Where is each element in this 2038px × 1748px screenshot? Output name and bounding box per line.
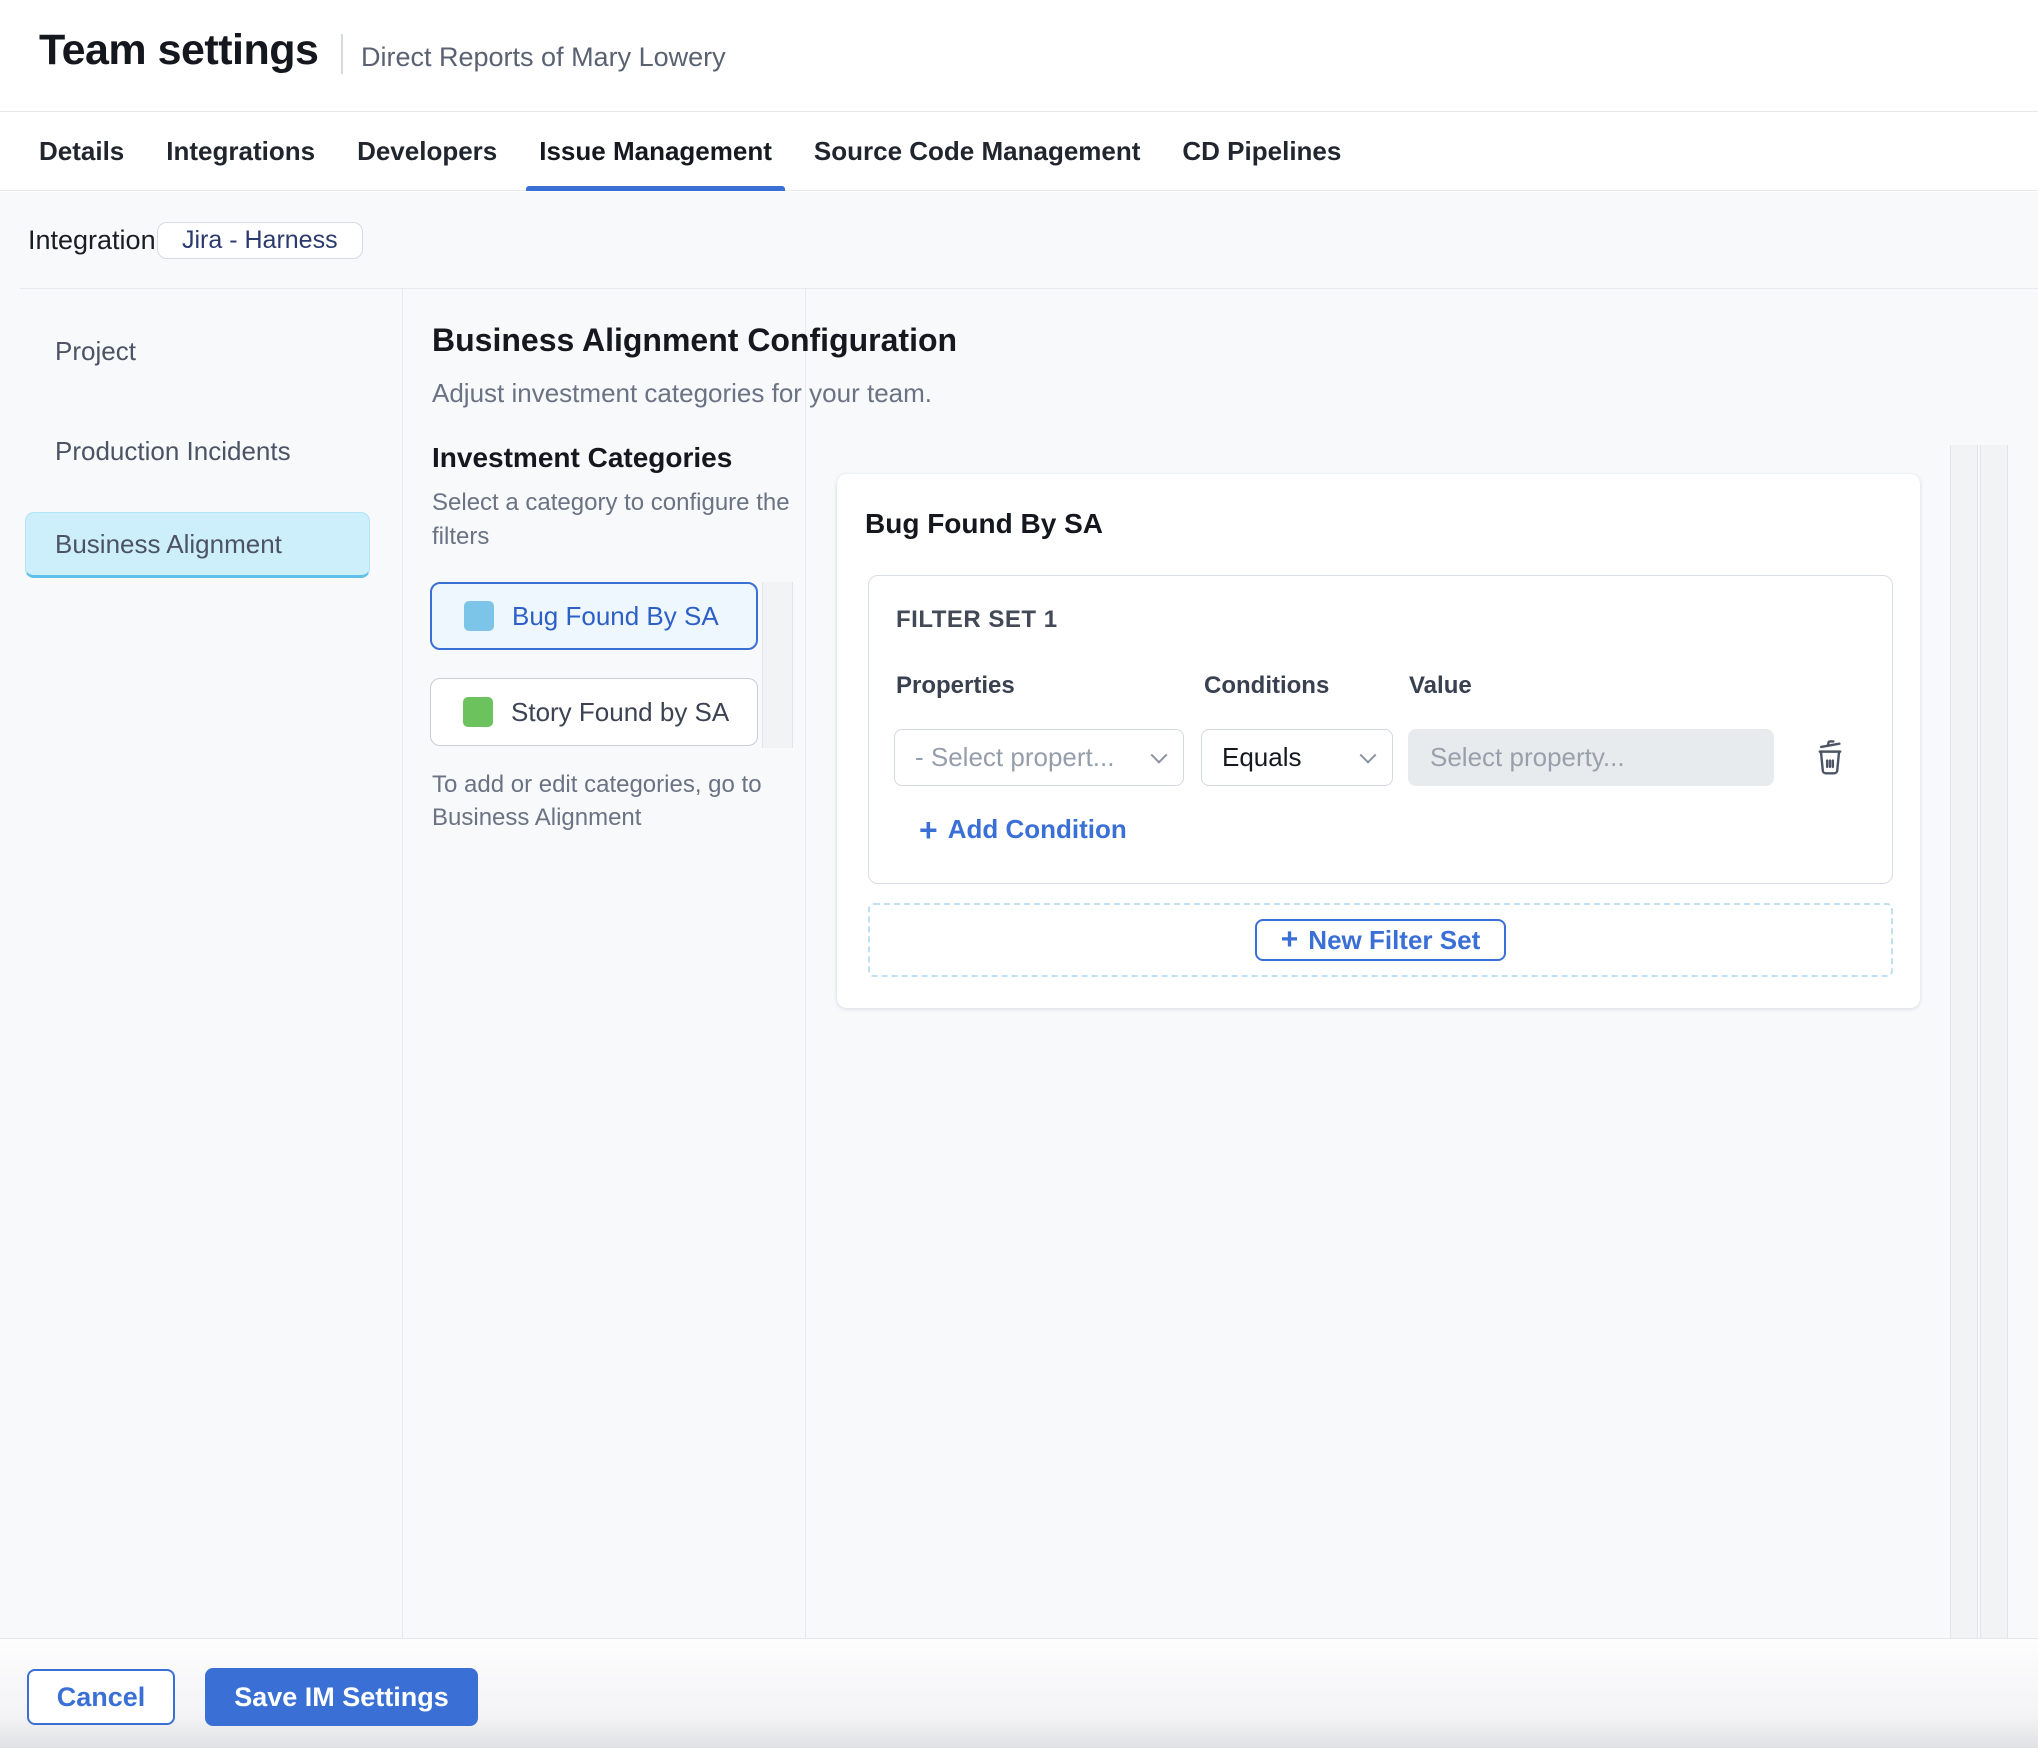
properties-select-placeholder: - Select propert... <box>915 742 1115 772</box>
delete-condition-button[interactable] <box>1807 734 1853 780</box>
tab-issue-management[interactable]: Issue Management <box>526 113 785 191</box>
category-label: Story Found by SA <box>511 696 730 727</box>
tab-developers[interactable]: Developers <box>357 113 497 191</box>
content-top-divider <box>20 288 2038 289</box>
section-title: Business Alignment Configuration <box>432 322 958 358</box>
chevron-down-icon <box>1150 746 1168 764</box>
integration-badge[interactable]: Jira - Harness <box>157 222 363 259</box>
page-title: Team settings <box>39 26 319 74</box>
tab-bar: Details Integrations Developers Issue Ma… <box>0 113 2038 191</box>
new-filter-set-button[interactable]: + New Filter Set <box>1254 919 1507 961</box>
conditions-select[interactable]: Equals <box>1201 729 1393 786</box>
filter-set-label: FILTER SET 1 <box>896 606 1058 633</box>
filter-set-box: FILTER SET 1 Properties Conditions Value… <box>868 575 1893 884</box>
sidebar-item-project[interactable]: Project <box>55 336 136 367</box>
filter-config-card: Bug Found By SA FILTER SET 1 Properties … <box>837 474 1920 1008</box>
plus-icon: + <box>919 811 938 848</box>
filter-card-title: Bug Found By SA <box>865 508 1103 539</box>
page-subtitle: Direct Reports of Mary Lowery <box>361 42 726 72</box>
new-filter-set-dropzone: + New Filter Set <box>868 903 1893 977</box>
sidebar-item-business-alignment[interactable]: Business Alignment <box>25 512 370 578</box>
properties-select[interactable]: - Select propert... <box>894 729 1184 786</box>
tab-details[interactable]: Details <box>39 113 124 191</box>
category-label: Bug Found By SA <box>512 600 719 631</box>
tab-integrations[interactable]: Integrations <box>166 113 315 191</box>
investment-categories-heading: Investment Categories <box>432 442 733 473</box>
cancel-button[interactable]: Cancel <box>27 1669 175 1725</box>
app-header: Team settings Direct Reports of Mary Low… <box>0 0 2038 112</box>
section-subtitle: Adjust investment categories for your te… <box>432 378 933 408</box>
category-list-scrollbar[interactable] <box>762 582 793 748</box>
value-input[interactable] <box>1408 729 1774 786</box>
category-button-story-found-by-sa[interactable]: Story Found by SA <box>430 678 758 746</box>
categories-note: To add or edit categories, go to Busines… <box>432 771 762 831</box>
trash-icon <box>1818 740 1842 775</box>
category-button-bug-found-by-sa[interactable]: Bug Found By SA <box>430 582 758 650</box>
sidebar-divider <box>402 289 403 1638</box>
category-color-swatch <box>463 697 493 727</box>
team-settings-page: Team settings Direct Reports of Mary Low… <box>0 0 2038 1748</box>
plus-icon: + <box>1280 923 1299 956</box>
tab-cd-pipelines[interactable]: CD Pipelines <box>1182 113 1341 191</box>
add-condition-button[interactable]: + Add Condition <box>919 811 1127 848</box>
footer-action-bar: Cancel Save IM Settings <box>0 1638 2038 1748</box>
column-header-value: Value <box>1409 672 1472 699</box>
chevron-down-icon <box>1359 746 1377 764</box>
column-header-properties: Properties <box>896 672 1015 699</box>
conditions-select-value: Equals <box>1222 742 1302 772</box>
save-im-settings-button[interactable]: Save IM Settings <box>205 1668 478 1726</box>
integration-label: Integration: <box>28 225 164 255</box>
investment-categories-description: Select a category to configure the filte… <box>432 489 790 550</box>
title-divider <box>341 34 343 74</box>
tab-source-code-management[interactable]: Source Code Management <box>814 113 1141 191</box>
sidebar-item-production-incidents[interactable]: Production Incidents <box>55 436 291 467</box>
column-header-conditions: Conditions <box>1204 672 1330 699</box>
vertical-scrollbar-track[interactable] <box>1980 445 2008 1638</box>
category-color-swatch <box>464 601 494 631</box>
vertical-scrollbar-track[interactable] <box>1950 445 1978 1638</box>
